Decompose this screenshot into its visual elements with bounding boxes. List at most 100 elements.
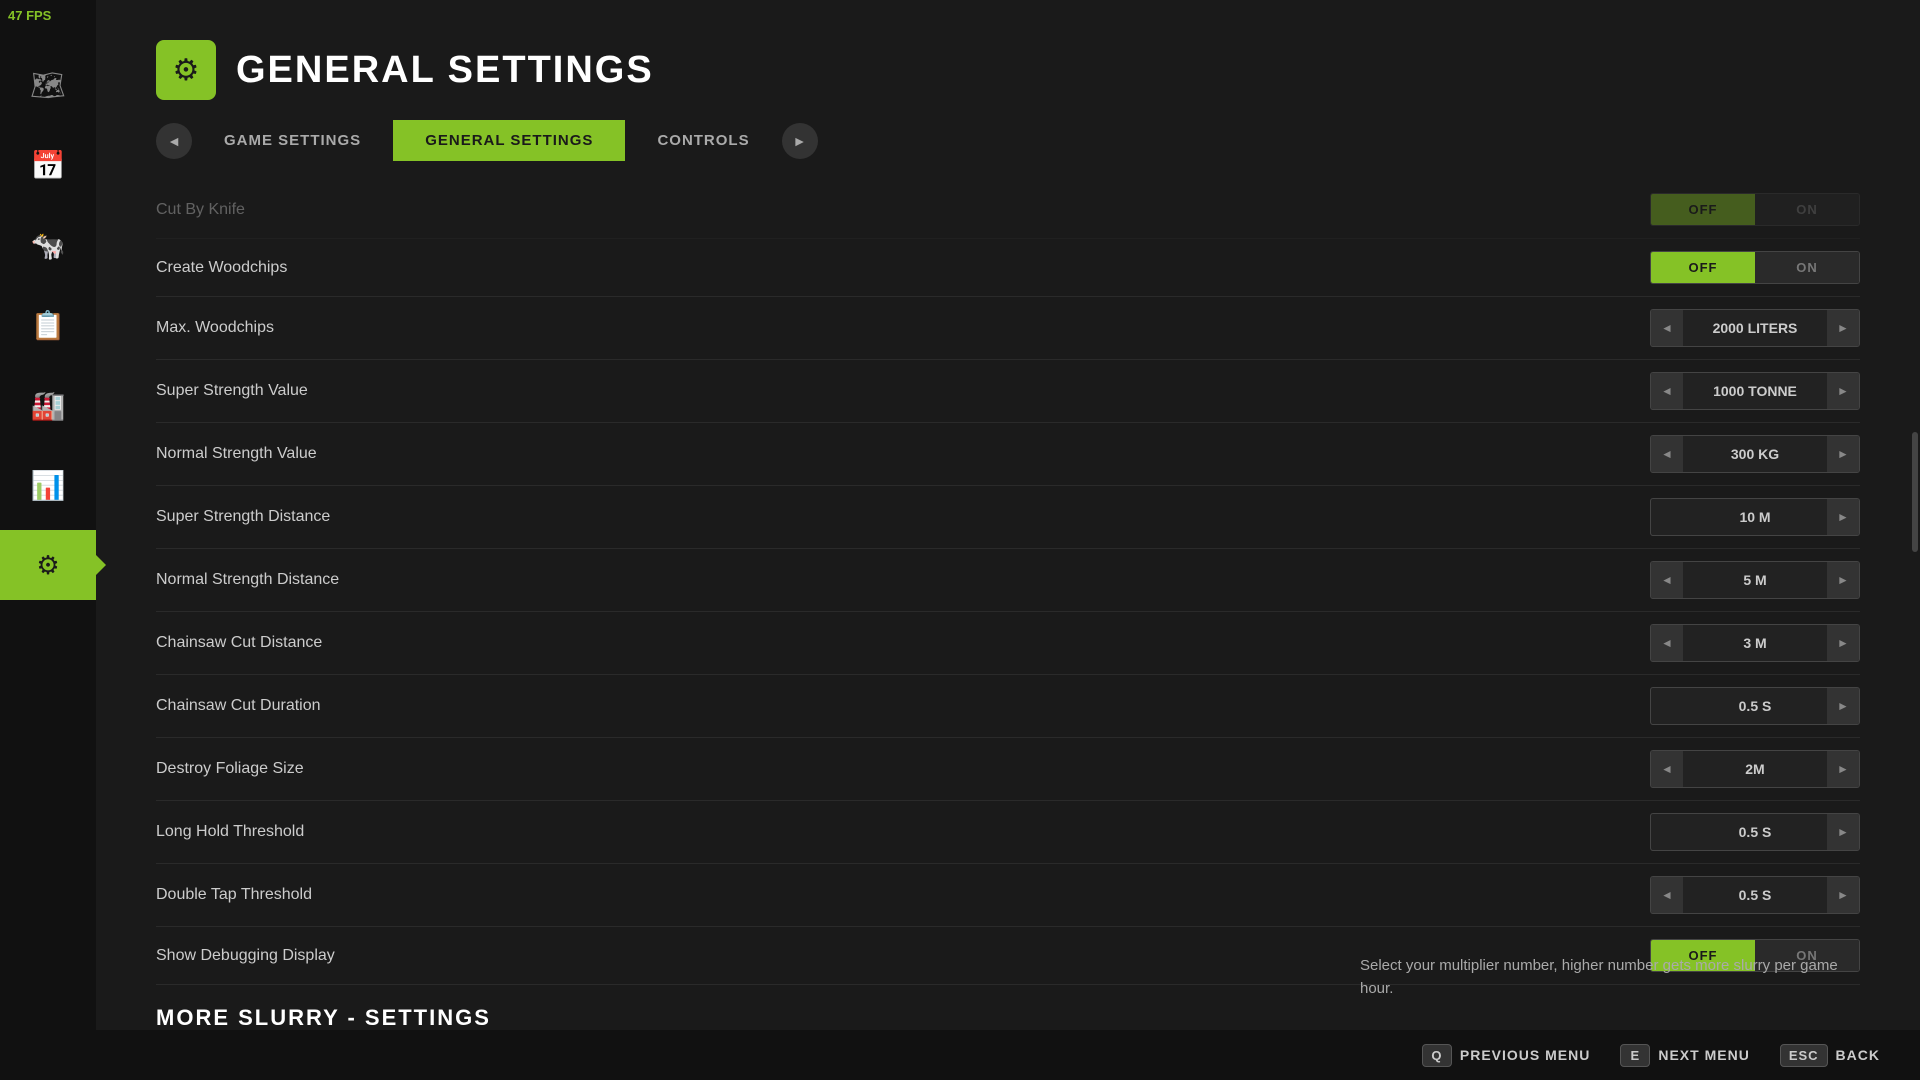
sidebar-item-stats[interactable]: 📊 (13, 450, 83, 520)
header-icon: ⚙ (156, 40, 216, 100)
sidebar-item-animals[interactable]: 🐄 (13, 210, 83, 280)
toggle-cut-by-knife: OFF ON (1650, 193, 1860, 226)
spinner-right-double-tap-threshold[interactable]: ► (1827, 877, 1859, 913)
setting-super-strength-value: Super Strength Value ◄ 1000 TONNE ► (156, 360, 1860, 423)
setting-normal-strength-value: Normal Strength Value ◄ 300 KG ► (156, 423, 1860, 486)
setting-label-chainsaw-cut-distance: Chainsaw Cut Distance (156, 634, 1650, 652)
spinner-super-strength-distance: ◄ 10 M ► (1650, 498, 1860, 536)
setting-control-normal-strength-value: ◄ 300 KG ► (1650, 435, 1860, 473)
bottom-bar: Q PREVIOUS MENU E NEXT MENU ESC BACK (96, 1030, 1920, 1080)
setting-control-super-strength-distance: ◄ 10 M ► (1650, 498, 1860, 536)
spinner-destroy-foliage-size: ◄ 2M ► (1650, 750, 1860, 788)
spinner-right-long-hold-threshold[interactable]: ► (1827, 814, 1859, 850)
page-header: ⚙ GENERAL SETTINGS (96, 0, 1920, 120)
setting-control-chainsaw-cut-distance: ◄ 3 M ► (1650, 624, 1860, 662)
spinner-left-max-woodchips[interactable]: ◄ (1651, 310, 1683, 346)
toggle-on-cut-by-knife[interactable]: ON (1755, 194, 1859, 225)
spinner-super-strength-value: ◄ 1000 TONNE ► (1650, 372, 1860, 410)
label-previous-menu: PREVIOUS MENU (1460, 1047, 1590, 1063)
page-title: GENERAL SETTINGS (236, 49, 654, 92)
sidebar-item-calendar[interactable]: 📅 (13, 130, 83, 200)
label-back: BACK (1836, 1047, 1880, 1063)
setting-normal-strength-distance: Normal Strength Distance ◄ 5 M ► (156, 549, 1860, 612)
setting-label-super-strength-value: Super Strength Value (156, 382, 1650, 400)
spinner-right-destroy-foliage-size[interactable]: ► (1827, 751, 1859, 787)
spinner-normal-strength-distance: ◄ 5 M ► (1650, 561, 1860, 599)
spinner-chainsaw-cut-distance: ◄ 3 M ► (1650, 624, 1860, 662)
spinner-long-hold-threshold: ◄ 0.5 S ► (1650, 813, 1860, 851)
sidebar-item-missions[interactable]: 📋 (13, 290, 83, 360)
spinner-left-double-tap-threshold[interactable]: ◄ (1651, 877, 1683, 913)
setting-destroy-foliage-size: Destroy Foliage Size ◄ 2M ► (156, 738, 1860, 801)
label-next-menu: NEXT MENU (1658, 1047, 1749, 1063)
spinner-right-normal-strength-value[interactable]: ► (1827, 436, 1859, 472)
toggle-on-create-woodchips[interactable]: ON (1755, 252, 1859, 283)
setting-create-woodchips: Create Woodchips OFF ON (156, 239, 1860, 297)
spinner-value-max-woodchips: 2000 LITERS (1683, 312, 1827, 344)
sidebar-active-arrow (96, 555, 106, 575)
setting-control-long-hold-threshold: ◄ 0.5 S ► (1650, 813, 1860, 851)
setting-control-normal-strength-distance: ◄ 5 M ► (1650, 561, 1860, 599)
setting-cut-by-knife: Cut By Knife OFF ON (156, 181, 1860, 239)
more-slurry-section-title: MORE SLURRY - SETTINGS (156, 1005, 1860, 1031)
setting-label-chainsaw-cut-duration: Chainsaw Cut Duration (156, 697, 1650, 715)
spinner-left-super-strength-value[interactable]: ◄ (1651, 373, 1683, 409)
bottom-action-previous-menu: Q PREVIOUS MENU (1422, 1044, 1590, 1067)
spinner-value-chainsaw-cut-duration: 0.5 S (1683, 690, 1827, 722)
setting-long-hold-threshold: Long Hold Threshold ◄ 0.5 S ► (156, 801, 1860, 864)
sidebar-item-settings[interactable]: ⚙ (0, 530, 96, 600)
spinner-left-destroy-foliage-size[interactable]: ◄ (1651, 751, 1683, 787)
sidebar-item-map[interactable]: 🗺 (13, 50, 83, 120)
tab-controls[interactable]: CONTROLS (625, 120, 781, 161)
toggle-off-cut-by-knife[interactable]: OFF (1651, 194, 1755, 225)
spinner-value-double-tap-threshold: 0.5 S (1683, 879, 1827, 911)
tab-bar: ◄ GAME SETTINGS GENERAL SETTINGS CONTROL… (96, 120, 1920, 161)
setting-description: Select your multiplier number, higher nu… (1360, 955, 1860, 1000)
spinner-right-chainsaw-cut-distance[interactable]: ► (1827, 625, 1859, 661)
setting-control-chainsaw-cut-duration: ◄ 0.5 S ► (1650, 687, 1860, 725)
spinner-value-normal-strength-value: 300 KG (1683, 438, 1827, 470)
spinner-right-chainsaw-cut-duration[interactable]: ► (1827, 688, 1859, 724)
tab-general-settings[interactable]: GENERAL SETTINGS (393, 120, 625, 161)
spinner-left-chainsaw-cut-distance[interactable]: ◄ (1651, 625, 1683, 661)
spinner-max-woodchips: ◄ 2000 LITERS ► (1650, 309, 1860, 347)
tab-prev-arrow[interactable]: ◄ (156, 123, 192, 159)
setting-control-cut-by-knife: OFF ON (1650, 193, 1860, 226)
setting-label-create-woodchips: Create Woodchips (156, 259, 1650, 277)
tab-game-settings[interactable]: GAME SETTINGS (192, 120, 393, 161)
setting-label-normal-strength-value: Normal Strength Value (156, 445, 1650, 463)
spinner-right-super-strength-value[interactable]: ► (1827, 373, 1859, 409)
spinner-left-normal-strength-distance[interactable]: ◄ (1651, 562, 1683, 598)
setting-control-double-tap-threshold: ◄ 0.5 S ► (1650, 876, 1860, 914)
setting-double-tap-threshold: Double Tap Threshold ◄ 0.5 S ► (156, 864, 1860, 927)
setting-super-strength-distance: Super Strength Distance ◄ 10 M ► (156, 486, 1860, 549)
setting-control-super-strength-value: ◄ 1000 TONNE ► (1650, 372, 1860, 410)
key-e[interactable]: E (1620, 1044, 1650, 1067)
setting-label-max-woodchips: Max. Woodchips (156, 319, 1650, 337)
sidebar: 🗺 📅 🐄 📋 🏭 📊 ⚙ (0, 0, 96, 1080)
toggle-off-create-woodchips[interactable]: OFF (1651, 252, 1755, 283)
setting-control-max-woodchips: ◄ 2000 LITERS ► (1650, 309, 1860, 347)
tab-next-arrow[interactable]: ► (782, 123, 818, 159)
spinner-right-normal-strength-distance[interactable]: ► (1827, 562, 1859, 598)
spinner-value-super-strength-distance: 10 M (1683, 501, 1827, 533)
setting-label-double-tap-threshold: Double Tap Threshold (156, 886, 1650, 904)
toggle-create-woodchips: OFF ON (1650, 251, 1860, 284)
setting-label-super-strength-distance: Super Strength Distance (156, 508, 1650, 526)
setting-control-destroy-foliage-size: ◄ 2M ► (1650, 750, 1860, 788)
spinner-value-long-hold-threshold: 0.5 S (1683, 816, 1827, 848)
main-content: ⚙ GENERAL SETTINGS ◄ GAME SETTINGS GENER… (96, 0, 1920, 1080)
spinner-chainsaw-cut-duration: ◄ 0.5 S ► (1650, 687, 1860, 725)
key-q[interactable]: Q (1422, 1044, 1452, 1067)
sidebar-item-production[interactable]: 🏭 (13, 370, 83, 440)
setting-label-destroy-foliage-size: Destroy Foliage Size (156, 760, 1650, 778)
spinner-left-normal-strength-value[interactable]: ◄ (1651, 436, 1683, 472)
bottom-action-next-menu: E NEXT MENU (1620, 1044, 1749, 1067)
key-esc[interactable]: ESC (1780, 1044, 1828, 1067)
setting-chainsaw-cut-duration: Chainsaw Cut Duration ◄ 0.5 S ► (156, 675, 1860, 738)
setting-label-cut-by-knife: Cut By Knife (156, 201, 1650, 219)
spinner-right-super-strength-distance[interactable]: ► (1827, 499, 1859, 535)
setting-label-long-hold-threshold: Long Hold Threshold (156, 823, 1650, 841)
spinner-right-max-woodchips[interactable]: ► (1827, 310, 1859, 346)
fps-counter: 47 FPS (8, 8, 51, 23)
